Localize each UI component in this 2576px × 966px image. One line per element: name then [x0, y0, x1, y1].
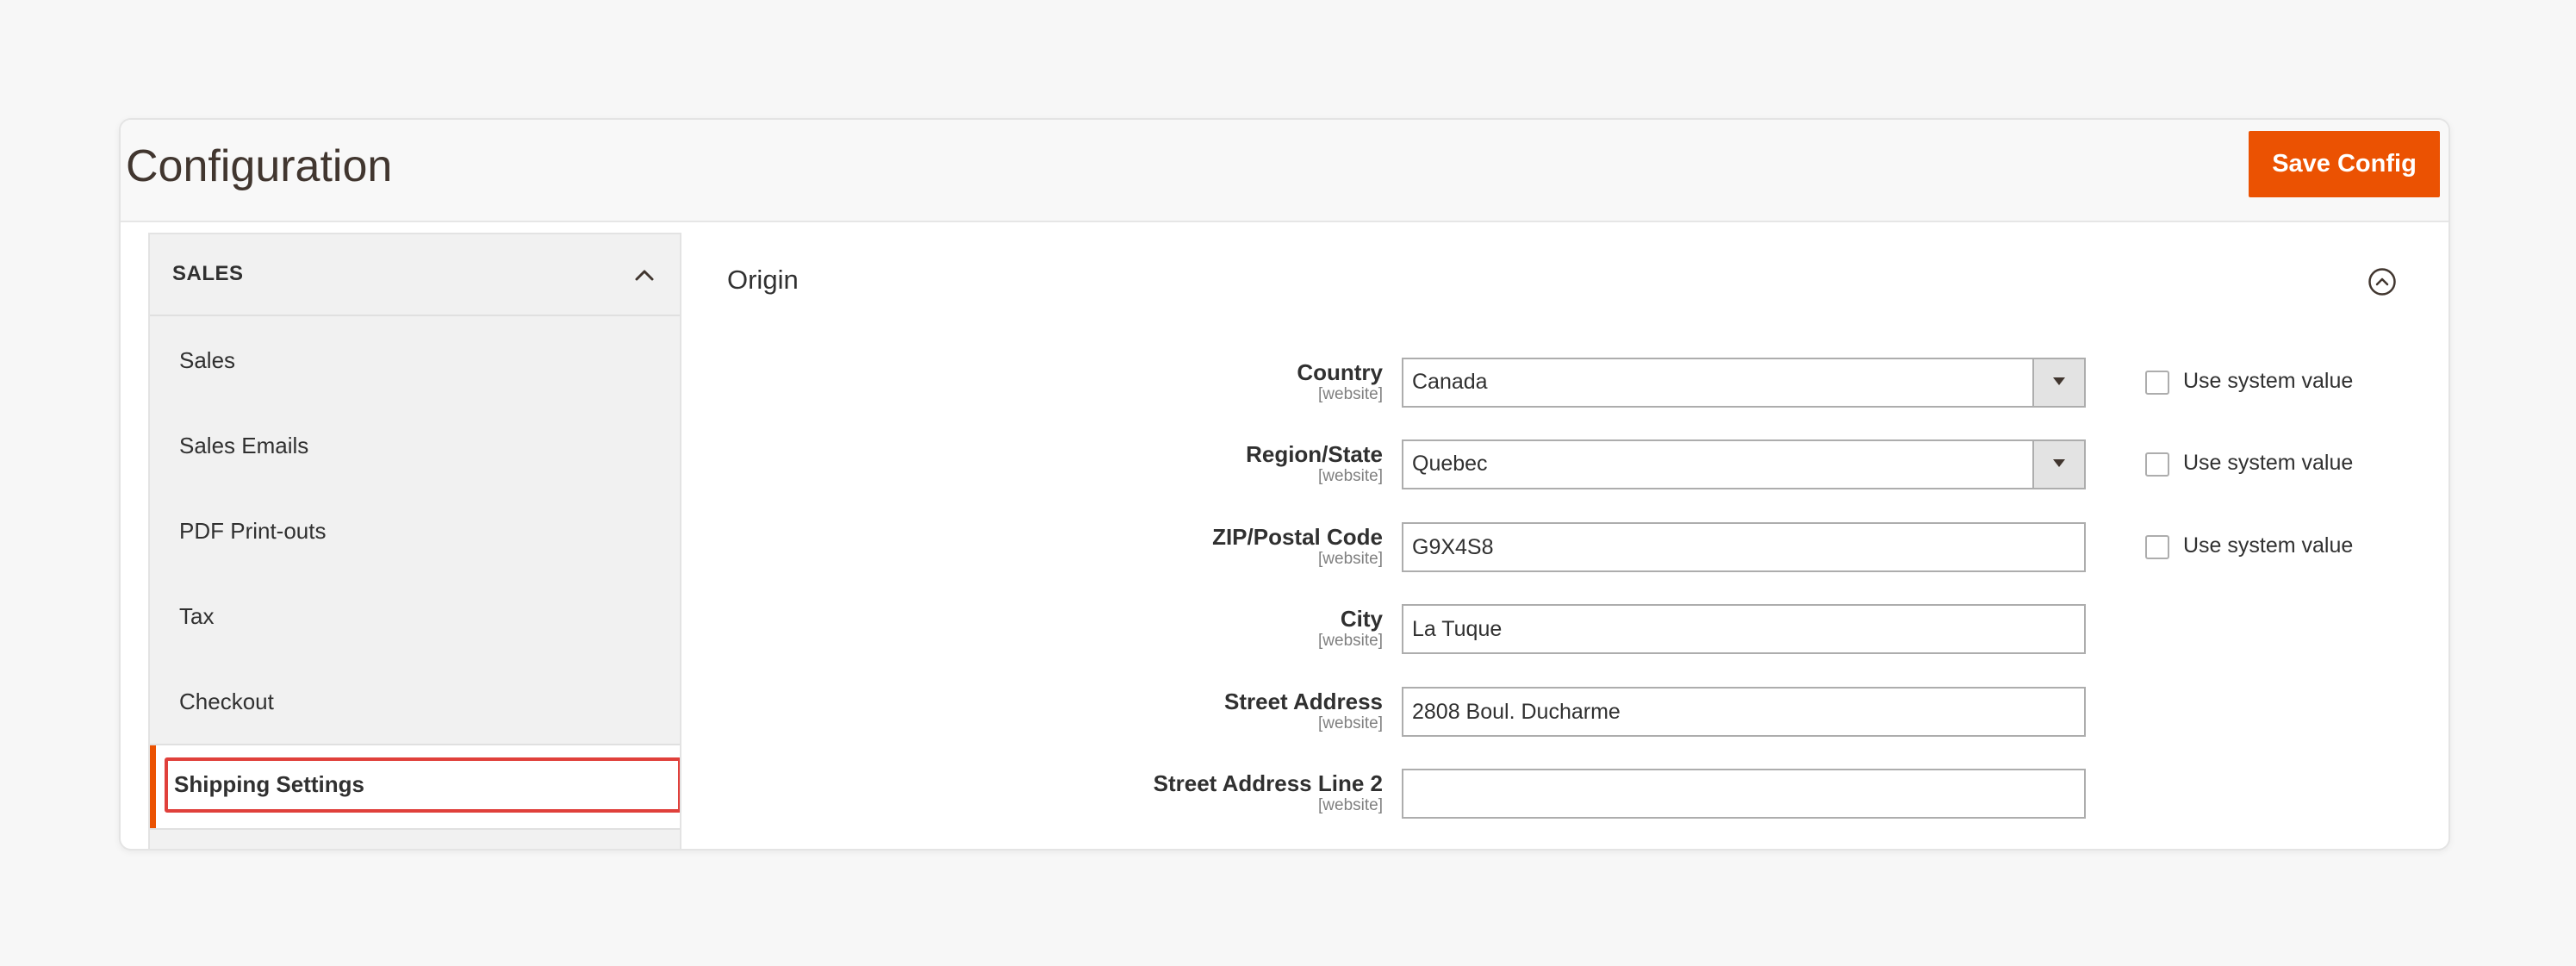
city-input[interactable]: [1402, 604, 2086, 654]
config-sidebar: SALES Sales Sales Emails PDF Print-outs …: [148, 233, 681, 849]
region-use-system-checkbox[interactable]: [2145, 452, 2169, 477]
caret-down-icon: [2053, 377, 2065, 385]
street-address-line2-input[interactable]: [1402, 769, 2086, 819]
region-select[interactable]: Quebec: [1402, 439, 2086, 489]
collapse-up-icon[interactable]: [2368, 267, 2397, 296]
sidebar-item-label: Sales Emails: [179, 433, 309, 458]
save-config-button[interactable]: Save Config: [2249, 131, 2440, 197]
region-select-value: Quebec: [1412, 452, 1488, 476]
sidebar-section-sales[interactable]: SALES: [150, 234, 680, 316]
sidebar-item-label: Tax: [179, 603, 215, 629]
region-use-system-label[interactable]: Use system value: [2183, 451, 2353, 476]
page-header: Configuration Save Config: [121, 120, 2448, 222]
configuration-panel: Configuration Save Config SALES Sales Sa…: [119, 118, 2450, 851]
sidebar-item-label: Sales: [179, 347, 236, 373]
zip-use-system-label[interactable]: Use system value: [2183, 533, 2353, 558]
sidebar-item-label: Checkout: [179, 689, 274, 714]
dropdown-arrow[interactable]: [2032, 359, 2084, 406]
sidebar-item-tax[interactable]: Tax: [150, 574, 680, 659]
sidebar-item-label: Shipping Settings: [174, 771, 364, 797]
sidebar-item-sales-emails[interactable]: Sales Emails: [150, 403, 680, 489]
street-address-label: Street Address [website]: [1224, 689, 1383, 732]
country-select[interactable]: Canada: [1402, 358, 2086, 408]
section-title-origin[interactable]: Origin: [727, 265, 799, 296]
sidebar-divider: [150, 828, 680, 830]
sidebar-item-pdf-print-outs[interactable]: PDF Print-outs: [150, 489, 680, 574]
sidebar-item-checkout[interactable]: Checkout: [150, 659, 680, 745]
zip-input[interactable]: [1402, 522, 2086, 572]
sidebar-item-label: PDF Print-outs: [179, 518, 327, 544]
street-address-input[interactable]: [1402, 687, 2086, 737]
zip-label: ZIP/Postal Code [website]: [1212, 524, 1383, 568]
country-use-system-label[interactable]: Use system value: [2183, 369, 2353, 394]
region-label: Region/State [website]: [1246, 441, 1383, 485]
country-use-system-checkbox[interactable]: [2145, 371, 2169, 395]
sidebar-section-label: SALES: [172, 262, 244, 285]
sidebar-item-sales[interactable]: Sales: [150, 318, 680, 403]
sidebar-item-shipping-settings[interactable]: Shipping Settings: [150, 745, 680, 828]
street-address-line2-label: Street Address Line 2 [website]: [1153, 770, 1383, 814]
page-title: Configuration: [126, 141, 393, 191]
dropdown-arrow[interactable]: [2032, 441, 2084, 488]
country-select-value: Canada: [1412, 370, 1488, 394]
city-label: City [website]: [1318, 606, 1383, 650]
zip-use-system-checkbox[interactable]: [2145, 535, 2169, 559]
country-label: Country [website]: [1297, 359, 1383, 403]
chevron-up-icon[interactable]: [633, 264, 656, 286]
caret-down-icon: [2053, 459, 2065, 467]
